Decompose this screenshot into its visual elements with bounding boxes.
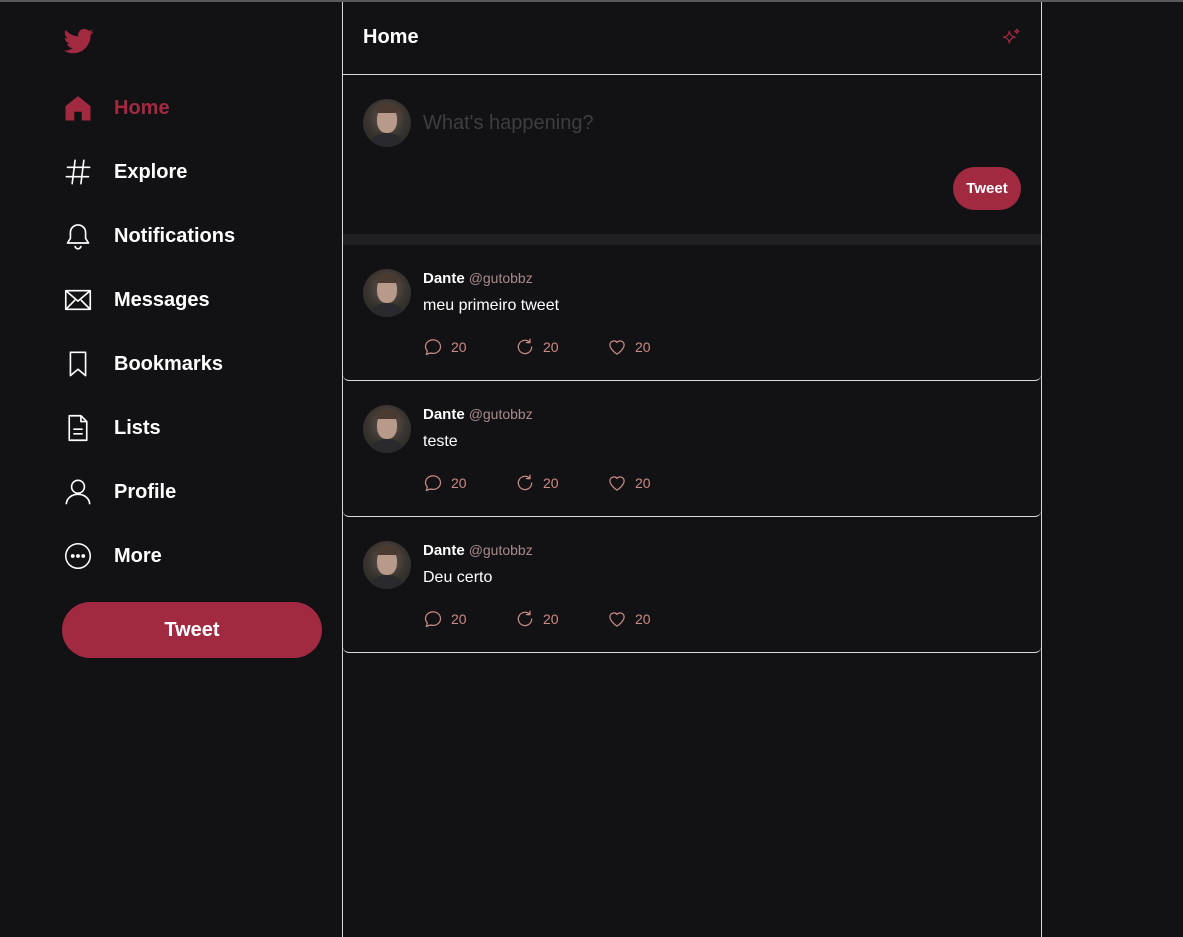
sidebar-item-label: Messages [114, 288, 210, 311]
retweet-button[interactable]: 20 [515, 473, 607, 493]
retweet-icon [517, 610, 533, 627]
reply-count: 20 [451, 339, 467, 355]
bell-icon [62, 220, 94, 252]
sidebar-item-lists[interactable]: Lists [62, 396, 235, 460]
like-button[interactable]: 20 [607, 337, 699, 357]
sidebar: Home Explore Notifications Messages Book… [0, 2, 342, 937]
document-icon [62, 412, 94, 444]
like-count: 20 [635, 339, 651, 355]
avatar[interactable] [363, 269, 411, 317]
sidebar-item-more[interactable]: More [62, 524, 235, 588]
sidebar-item-label: Home [114, 96, 170, 119]
reply-button[interactable]: 20 [423, 609, 515, 629]
retweet-icon [517, 338, 533, 355]
tweet-item[interactable]: Dante @gutobbz teste 20 20 20 [343, 381, 1041, 517]
sparkle-icon[interactable] [1001, 28, 1021, 48]
heart-icon [609, 340, 625, 355]
page-title: Home [363, 26, 419, 48]
more-icon [62, 540, 94, 572]
sidebar-item-label: Profile [114, 480, 177, 503]
user-icon [62, 476, 94, 508]
retweet-button[interactable]: 20 [515, 337, 607, 357]
main-nav: Home Explore Notifications Messages Book… [62, 76, 235, 588]
bookmark-icon [62, 348, 94, 380]
heart-icon [609, 476, 625, 491]
sidebar-item-label: Explore [114, 160, 188, 183]
tweet-actions: 20 20 20 [423, 337, 699, 357]
tweet-item[interactable]: Dante @gutobbz meu primeiro tweet 20 20 2… [343, 245, 1041, 381]
feed-separator [343, 234, 1041, 245]
tweet-author-handle[interactable]: @gutobbz [469, 406, 533, 422]
compose-tweet-input[interactable] [423, 109, 983, 137]
tweet-actions: 20 20 20 [423, 473, 699, 493]
tweet-meta: Dante @gutobbz [423, 406, 533, 423]
main-feed: Home Tweet Dante@gutobbz meu primeiro tw… [342, 2, 1042, 937]
sidebar-item-label: More [114, 544, 162, 567]
tweet-meta: Dante @gutobbz [423, 542, 533, 559]
reply-count: 20 [451, 611, 467, 627]
feed-header: Home [343, 2, 1041, 75]
like-count: 20 [635, 611, 651, 627]
tweet-author-handle[interactable]: @gutobbz [469, 542, 533, 558]
retweet-icon [517, 474, 533, 491]
sidebar-item-label: Lists [114, 416, 161, 439]
retweet-button[interactable]: 20 [515, 609, 607, 629]
retweet-count: 20 [543, 339, 559, 355]
sidebar-tweet-button[interactable]: Tweet [62, 602, 322, 658]
hashtag-icon [62, 156, 94, 188]
sidebar-item-messages[interactable]: Messages [62, 268, 235, 332]
reply-count: 20 [451, 475, 467, 491]
envelope-icon [62, 284, 94, 316]
tweet-author-handle[interactable]: @gutobbz [469, 270, 533, 286]
like-button[interactable]: 20 [607, 473, 699, 493]
sidebar-item-label: Bookmarks [114, 352, 223, 375]
sidebar-item-home[interactable]: Home [62, 76, 235, 140]
reply-button[interactable]: 20 [423, 337, 515, 357]
retweet-count: 20 [543, 475, 559, 491]
tweet-actions: 20 20 20 [423, 609, 699, 629]
tweet-text: Deu certo [423, 569, 493, 586]
like-count: 20 [635, 475, 651, 491]
tweet-text: meu primeiro tweet [423, 297, 560, 314]
heart-icon [609, 612, 625, 627]
avatar[interactable] [363, 405, 411, 453]
avatar [363, 99, 411, 147]
sidebar-item-label: Notifications [114, 224, 236, 247]
comment-icon [424, 611, 442, 628]
sidebar-item-profile[interactable]: Profile [62, 460, 235, 524]
twitter-logo-icon[interactable] [62, 26, 96, 56]
retweet-count: 20 [543, 611, 559, 627]
tweet-meta: Dante @gutobbz [423, 270, 533, 287]
avatar[interactable] [363, 541, 411, 589]
home-icon [62, 92, 94, 124]
sidebar-item-notifications[interactable]: Notifications [62, 204, 235, 268]
tweet-item[interactable]: Dante @gutobbz Deu certo 20 20 20 [343, 517, 1041, 653]
comment-icon [424, 339, 442, 356]
like-button[interactable]: 20 [607, 609, 699, 629]
tweet-author-name[interactable]: Dante [423, 270, 465, 287]
comment-icon [424, 475, 442, 492]
tweet-author-name[interactable]: Dante [423, 542, 465, 559]
tweet-text: teste [423, 433, 458, 450]
tweet-composer: Tweet [343, 75, 1041, 234]
sidebar-item-explore[interactable]: Explore [62, 140, 235, 204]
reply-button[interactable]: 20 [423, 473, 515, 493]
compose-tweet-button[interactable]: Tweet [953, 167, 1021, 210]
tweet-author-name[interactable]: Dante [423, 406, 465, 423]
sidebar-item-bookmarks[interactable]: Bookmarks [62, 332, 235, 396]
